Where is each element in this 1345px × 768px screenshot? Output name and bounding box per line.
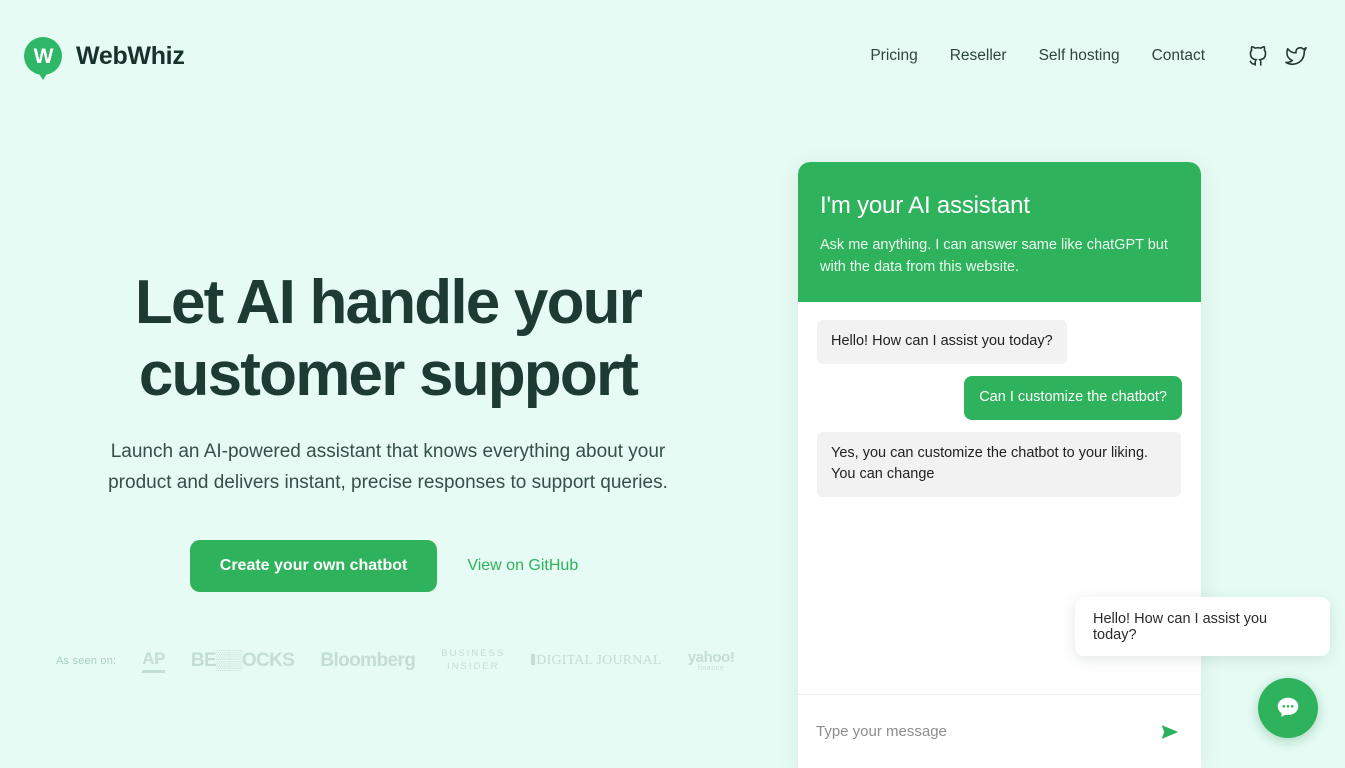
press-logo-ap: AP bbox=[142, 649, 165, 673]
twitter-icon[interactable] bbox=[1285, 45, 1307, 67]
chat-message-bot: Hello! How can I assist you today? bbox=[817, 320, 1067, 364]
launcher-tooltip-text: Hello! How can I assist you today? bbox=[1093, 610, 1268, 643]
chat-message-input[interactable] bbox=[816, 723, 1147, 740]
chat-message-bot: Yes, you can customize the chatbot to yo… bbox=[817, 431, 1181, 498]
press-logo-yahoo-finance: yahoo! finance bbox=[687, 648, 735, 673]
nav-link-contact[interactable]: Contact bbox=[1136, 39, 1221, 73]
press-logo-yahoo-line2: finance bbox=[697, 665, 725, 673]
chat-widget-header: I'm your AI assistant Ask me anything. I… bbox=[798, 162, 1201, 303]
main-navigation: Pricing Reseller Self hosting Contact bbox=[854, 39, 1321, 73]
chat-launcher-button[interactable] bbox=[1258, 678, 1318, 738]
hero-cta-group: Create your own chatbot View on GitHub bbox=[56, 540, 720, 593]
chat-input-bar bbox=[798, 694, 1201, 768]
site-header: W WebWhiz Pricing Reseller Self hosting … bbox=[0, 0, 1345, 112]
page-title: Let AI handle your customer support bbox=[134, 268, 643, 409]
chat-message-user: Can I customize the chatbot? bbox=[964, 375, 1182, 420]
press-logo-benzinga: BE▒▒OCKS bbox=[190, 650, 295, 672]
webwhiz-logo-icon: W bbox=[24, 37, 62, 80]
press-logo-bi-line2: INSIDER bbox=[446, 661, 500, 673]
create-chatbot-button[interactable]: Create your own chatbot bbox=[189, 540, 438, 593]
nav-link-self-hosting[interactable]: Self hosting bbox=[1023, 39, 1136, 73]
brand-logo-link[interactable]: W WebWhiz bbox=[24, 37, 185, 80]
chat-widget: I'm your AI assistant Ask me anything. I… bbox=[798, 162, 1201, 768]
nav-link-pricing[interactable]: Pricing bbox=[854, 39, 933, 73]
social-icons bbox=[1247, 45, 1307, 67]
dj-bar-mark bbox=[531, 654, 536, 666]
press-logo-digital-journal: DIGITAL JOURNAL bbox=[531, 653, 661, 669]
chat-header-subtitle: Ask me anything. I can answer same like … bbox=[820, 237, 1168, 276]
press-logo-bloomberg: Bloomberg bbox=[320, 650, 416, 672]
chat-bubble-icon bbox=[1277, 697, 1299, 717]
send-arrow-glyph bbox=[1161, 724, 1179, 739]
launcher-tooltip[interactable]: Hello! How can I assist you today? bbox=[1075, 597, 1330, 656]
send-arrow-icon[interactable] bbox=[1157, 719, 1183, 745]
press-logo-dj-text: DIGITAL JOURNAL bbox=[536, 653, 662, 669]
chat-header-title: I'm your AI assistant bbox=[820, 192, 1030, 219]
press-logo-yahoo-line1: yahoo! bbox=[687, 648, 735, 666]
press-label: As seen on: bbox=[56, 655, 117, 668]
press-logo-business-insider: BUSINESS INSIDER bbox=[441, 648, 505, 674]
nav-link-reseller[interactable]: Reseller bbox=[934, 39, 1023, 73]
logo-letter: W bbox=[33, 44, 54, 68]
github-icon[interactable] bbox=[1247, 45, 1269, 67]
hero-section: Let AI handle your customer support Laun… bbox=[0, 112, 760, 674]
press-logo-bi-line1: BUSINESS bbox=[441, 648, 506, 660]
press-logos-row: As seen on: AP BE▒▒OCKS Bloomberg BUSINE… bbox=[56, 648, 735, 674]
hero-subtitle: Launch an AI-powered assistant that know… bbox=[108, 440, 668, 493]
view-on-github-link[interactable]: View on GitHub bbox=[459, 547, 586, 585]
brand-name: WebWhiz bbox=[76, 41, 185, 70]
